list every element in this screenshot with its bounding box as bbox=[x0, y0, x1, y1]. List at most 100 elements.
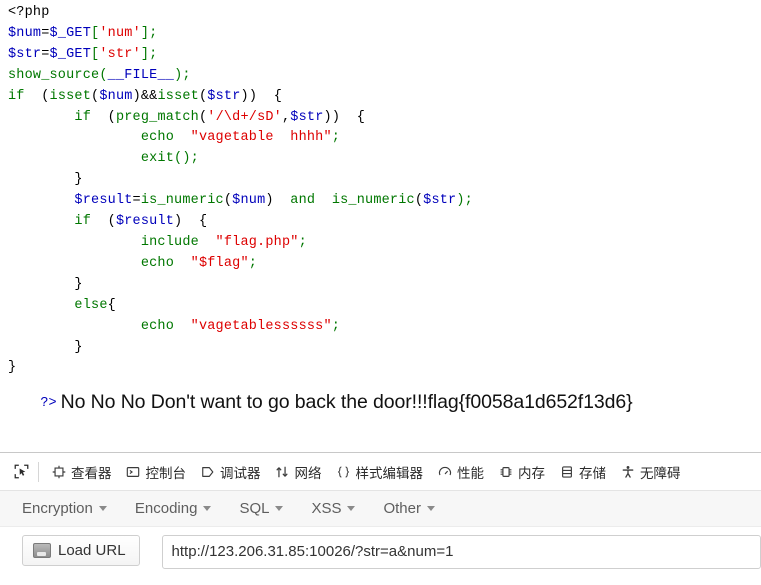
php-source-line: echo "$flag"; bbox=[8, 254, 761, 275]
php-token-default bbox=[315, 193, 332, 208]
console-icon bbox=[126, 464, 141, 479]
php-token-string: '/\d+/sD' bbox=[207, 109, 282, 125]
hackbar-menu-label: XSS bbox=[311, 500, 342, 517]
php-source-listing: <?php $num=$_GET['num']; $str=$_GET['str']… bbox=[0, 0, 761, 379]
devtools-tab-label: 存储 bbox=[579, 465, 606, 482]
php-token-keyword: ; bbox=[331, 318, 341, 334]
php-token-string: "$flag" bbox=[190, 255, 249, 271]
php-token-default: ( bbox=[24, 88, 50, 104]
php-token-default: )) { bbox=[323, 109, 366, 125]
disk-icon bbox=[33, 543, 51, 558]
chevron-down-icon bbox=[347, 506, 356, 511]
php-token-var: $str bbox=[8, 46, 42, 62]
php-token-default bbox=[8, 151, 141, 166]
php-token-string: "vagetablessssss" bbox=[190, 318, 332, 334]
hackbar-menu-label: Encoding bbox=[134, 500, 198, 517]
php-token-default: = bbox=[41, 46, 50, 62]
php-token-default: ( bbox=[91, 109, 116, 125]
php-token-keyword: ); bbox=[174, 67, 191, 83]
php-token-default: ( bbox=[414, 193, 424, 209]
php-token-default bbox=[174, 319, 191, 334]
devtools-tab-label: 网络 bbox=[294, 465, 322, 482]
devtools-tab-label: 调试器 bbox=[220, 465, 261, 482]
php-token-var: $result bbox=[115, 214, 175, 230]
devtools-tab-style-editor[interactable]: 样式编辑器 bbox=[329, 457, 431, 487]
flag-output-text: No No No Don't want to go back the door!… bbox=[60, 391, 633, 413]
php-token-keyword: is_numeric bbox=[331, 193, 415, 209]
php-token-default bbox=[174, 256, 191, 271]
hackbar-menu-sql[interactable]: SQL bbox=[239, 500, 284, 517]
php-token-default: = bbox=[41, 25, 50, 41]
php-source-line: if ($result) { bbox=[8, 212, 761, 233]
hackbar-menu-label: Encryption bbox=[22, 500, 93, 517]
hackbar-menu-xss[interactable]: XSS bbox=[311, 500, 356, 517]
php-token-default bbox=[8, 130, 141, 145]
devtools-tab-console[interactable]: 控制台 bbox=[119, 457, 194, 487]
php-token-default bbox=[199, 235, 216, 250]
chevron-down-icon bbox=[98, 506, 107, 511]
url-input[interactable]: http://123.206.31.85:10026/?str=a&num=1 bbox=[161, 535, 761, 569]
php-token-var: $_GET bbox=[49, 46, 92, 62]
php-source-line: <?php bbox=[8, 3, 761, 24]
php-token-keyword: (); bbox=[174, 151, 199, 167]
php-token-default bbox=[174, 130, 191, 145]
php-source-line: $num=$_GET['num']; bbox=[8, 24, 761, 45]
devtools-tab-debugger[interactable]: 调试器 bbox=[193, 457, 268, 487]
network-icon bbox=[275, 464, 290, 479]
hackbar-menu-encoding[interactable]: Encoding bbox=[135, 500, 212, 517]
php-token-keyword: if bbox=[74, 214, 92, 230]
chevron-down-icon bbox=[426, 506, 435, 511]
load-url-button[interactable]: Load URL bbox=[22, 535, 140, 566]
memory-icon bbox=[498, 464, 513, 479]
devtools-tab-storage[interactable]: 存储 bbox=[552, 457, 613, 487]
devtools-tab-inspector[interactable]: 查看器 bbox=[44, 457, 119, 487]
element-picker-icon[interactable] bbox=[6, 459, 36, 485]
php-echo-output: ?> No No No Don't want to go back the doo… bbox=[8, 374, 632, 427]
php-token-keyword: is_numeric bbox=[140, 193, 224, 209]
devtools-tab-label: 控制台 bbox=[145, 465, 187, 482]
php-source-line: } bbox=[8, 170, 761, 191]
hackbar-menu-label: SQL bbox=[239, 500, 270, 517]
chevron-down-icon bbox=[275, 506, 284, 511]
devtools-tab-memory[interactable]: 内存 bbox=[491, 457, 552, 487]
devtools-tab-label: 性能 bbox=[457, 465, 484, 482]
php-token-string: "flag.php" bbox=[215, 234, 299, 250]
devtools-tab-performance[interactable]: 性能 bbox=[430, 457, 491, 487]
php-token-keyword: else bbox=[74, 297, 108, 313]
php-token-default: } bbox=[8, 276, 83, 292]
performance-icon bbox=[437, 464, 452, 479]
php-token-html: <?php bbox=[8, 5, 50, 20]
php-token-string: 'num' bbox=[99, 25, 141, 41]
inspector-icon bbox=[51, 464, 66, 479]
devtools-tab-network[interactable]: 网络 bbox=[268, 457, 329, 487]
php-token-var: $str bbox=[290, 109, 324, 125]
php-source-line: include "flag.php"; bbox=[8, 233, 761, 254]
storage-icon bbox=[559, 464, 574, 479]
hackbar-url-row: Load URL http://123.206.31.85:10026/?str… bbox=[0, 527, 761, 569]
devtools-toolbar: 查看器 控制台 调试器 网络 样式编辑器 性能 内存 存储 无障碍 bbox=[0, 453, 761, 491]
hackbar-menu-other[interactable]: Other bbox=[383, 500, 435, 517]
php-token-keyword: if bbox=[74, 109, 92, 125]
chevron-down-icon bbox=[203, 506, 212, 511]
load-url-label: Load URL bbox=[58, 542, 126, 559]
php-token-keyword: ; bbox=[298, 234, 307, 250]
hackbar-panel: Encryption Encoding SQL XSS Other Load U… bbox=[0, 491, 761, 569]
devtools-tab-accessibility[interactable]: 无障碍 bbox=[613, 457, 688, 487]
devtools-tab-label: 内存 bbox=[518, 465, 545, 482]
php-token-var: $result bbox=[74, 193, 133, 209]
php-source-line: exit(); bbox=[8, 149, 761, 170]
php-token-keyword: exit bbox=[140, 151, 175, 167]
php-source-line: $result=is_numeric($num) and is_numeric(… bbox=[8, 191, 761, 212]
php-token-keyword: echo bbox=[140, 318, 175, 334]
php-token-default: ) bbox=[265, 193, 291, 209]
page-content: <?php $num=$_GET['num']; $str=$_GET['str']… bbox=[0, 0, 761, 452]
php-token-default: ( bbox=[223, 193, 233, 209]
devtools-panel: 查看器 控制台 调试器 网络 样式编辑器 性能 内存 存储 无障碍 Encryp… bbox=[0, 452, 761, 585]
php-token-keyword: and bbox=[290, 193, 316, 209]
php-token-var: __FILE__ bbox=[107, 67, 175, 83]
devtools-tab-label: 无障碍 bbox=[640, 465, 681, 482]
php-source-line: echo "vagetable hhhh"; bbox=[8, 128, 761, 149]
devtools-tab-label: 查看器 bbox=[71, 465, 112, 482]
hackbar-menu-encryption[interactable]: Encryption bbox=[22, 500, 107, 517]
php-token-string: "vagetable hhhh" bbox=[190, 130, 332, 146]
